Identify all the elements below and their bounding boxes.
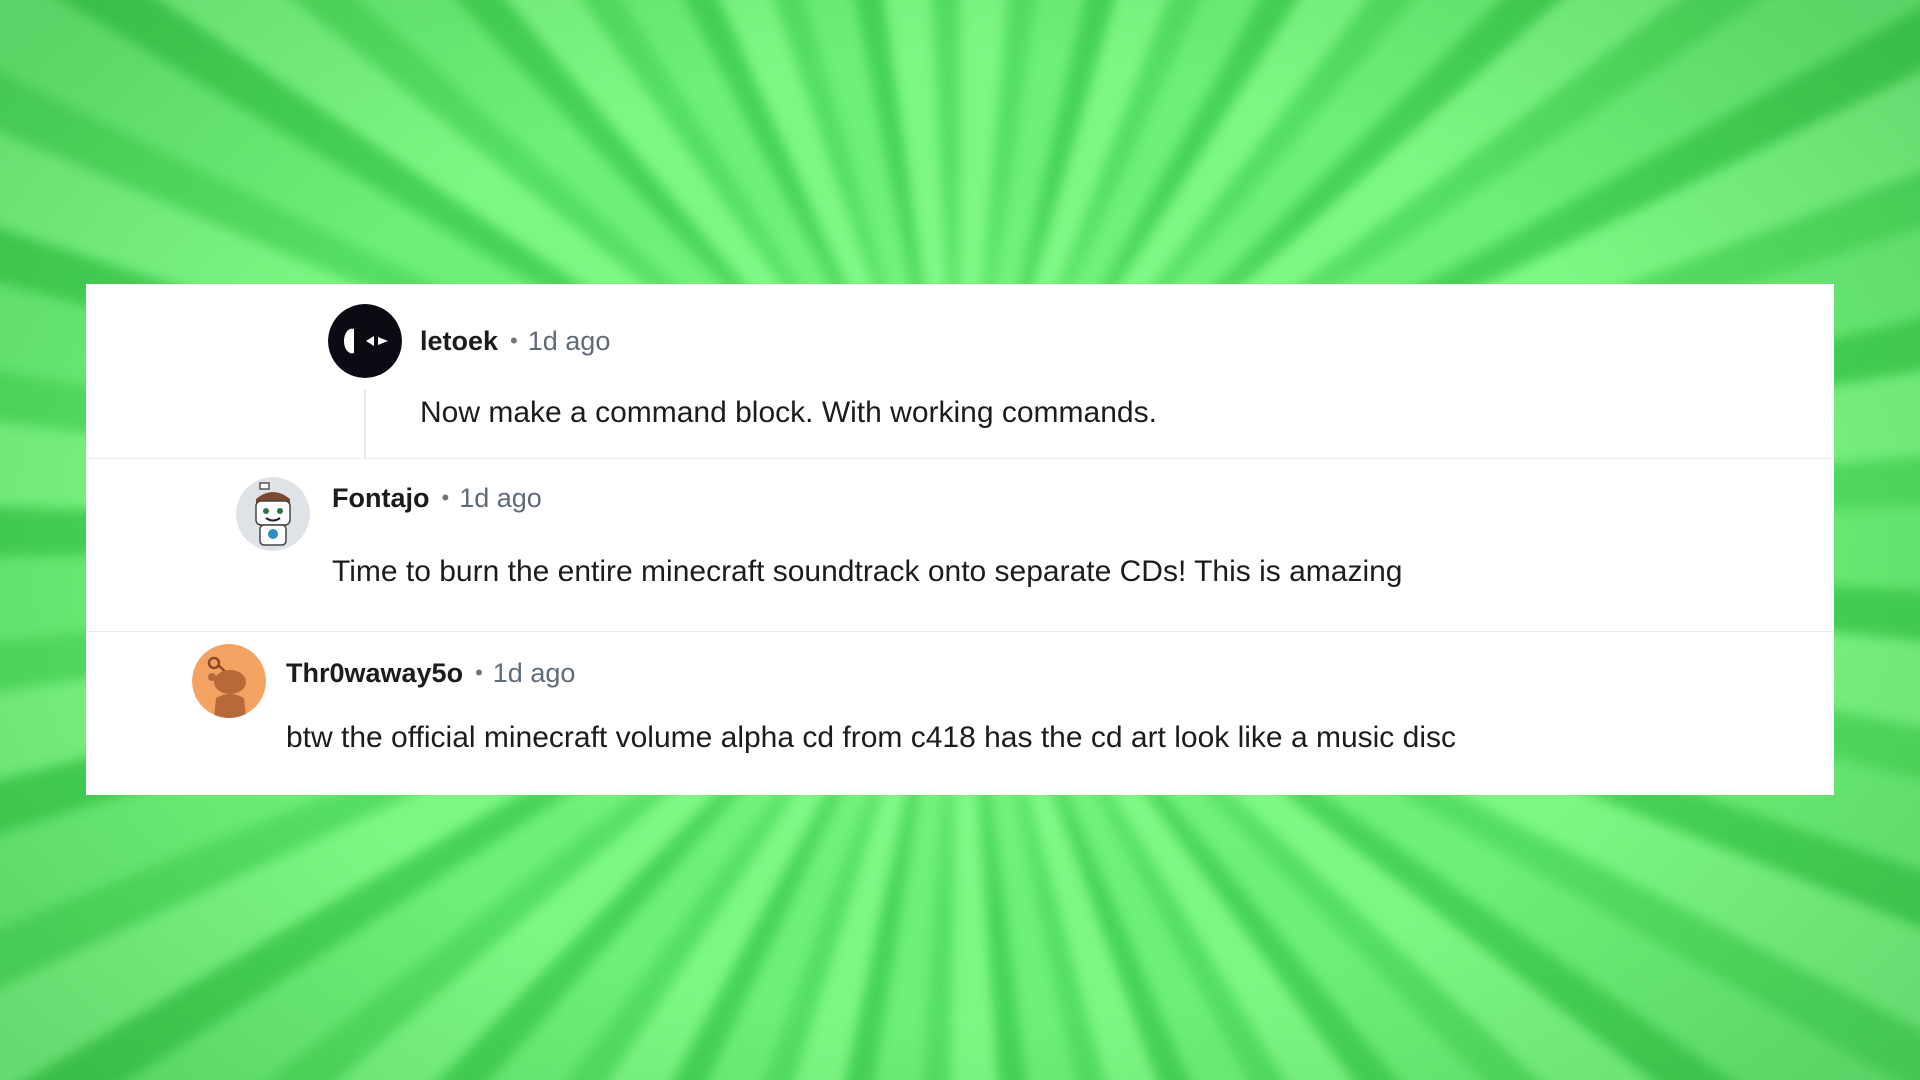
meta-separator: • xyxy=(441,485,450,510)
comment-meta: Thr0waway5o • 1d ago xyxy=(286,653,575,693)
comment-meta: Fontajo • 1d ago xyxy=(332,478,542,518)
comment-body: Time to burn the entire minecraft soundt… xyxy=(332,555,1403,588)
comment-meta: letoek • 1d ago xyxy=(420,321,610,361)
thread-line[interactable] xyxy=(364,390,366,458)
timestamp[interactable]: 1d ago xyxy=(528,326,611,357)
comment-body: btw the official minecraft volume alpha … xyxy=(286,721,1456,754)
comments-card: letoek • 1d ago Now make a command block… xyxy=(86,284,1834,795)
comment-thr0waway5o: Thr0waway5o • 1d ago btw the official mi… xyxy=(86,632,1834,795)
comment-fontajo: Fontajo • 1d ago Time to burn the entire… xyxy=(86,459,1834,631)
meta-separator: • xyxy=(475,660,483,685)
snoo-robot-avatar-icon[interactable] xyxy=(236,477,310,551)
timestamp[interactable]: 1d ago xyxy=(493,658,576,689)
dark-eyes-avatar-icon[interactable] xyxy=(328,304,402,378)
timestamp[interactable]: 1d ago xyxy=(459,483,542,514)
meta-separator: • xyxy=(510,328,518,353)
comment-letoek: letoek • 1d ago Now make a command block… xyxy=(86,284,1834,458)
snoo-default-avatar-icon[interactable] xyxy=(192,644,266,718)
comment-body: Now make a command block. With working c… xyxy=(420,396,1157,429)
username-link[interactable]: Fontajo xyxy=(332,483,429,514)
username-link[interactable]: letoek xyxy=(420,326,498,357)
username-link[interactable]: Thr0waway5o xyxy=(286,658,463,689)
